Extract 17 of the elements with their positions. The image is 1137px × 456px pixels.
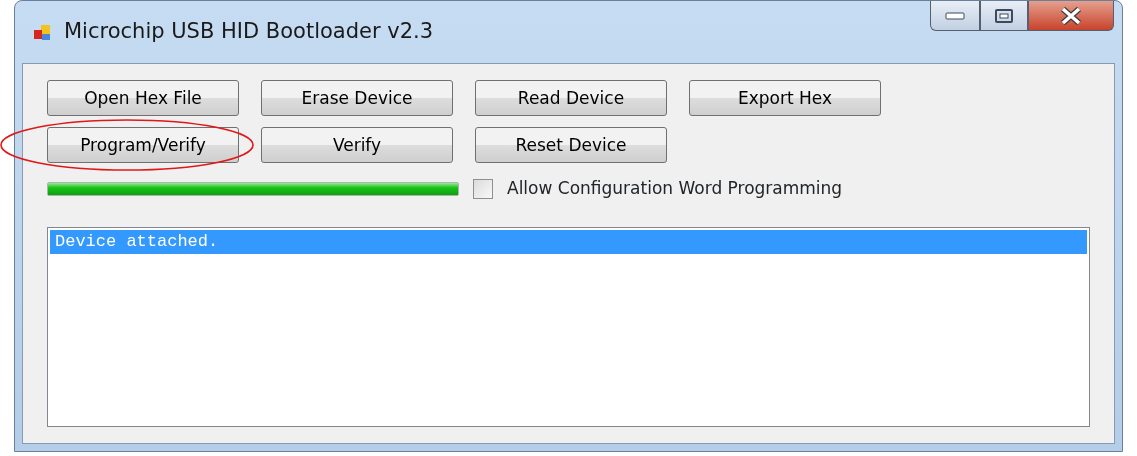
maximize-button[interactable] bbox=[980, 1, 1028, 31]
action-button[interactable]: Program/Verify bbox=[47, 127, 239, 163]
window-title: Microchip USB HID Bootloader v2.3 bbox=[64, 18, 434, 46]
checkbox[interactable] bbox=[473, 178, 493, 199]
action-button[interactable]: Reset Device bbox=[475, 127, 667, 163]
minimize-button[interactable] bbox=[930, 1, 980, 31]
maximize-icon bbox=[995, 8, 1013, 23]
action-button[interactable]: Export Hex bbox=[689, 80, 881, 116]
minimize-icon bbox=[945, 11, 965, 20]
close-button[interactable] bbox=[1028, 1, 1114, 31]
app-icon bbox=[32, 22, 52, 42]
close-icon bbox=[1060, 6, 1082, 25]
action-button[interactable]: Erase Device bbox=[261, 80, 453, 116]
action-button[interactable]: Read Device bbox=[475, 80, 667, 116]
checkbox-label[interactable]: Allow Configuration Word Programming bbox=[507, 176, 843, 202]
action-button[interactable]: Open Hex File bbox=[47, 80, 239, 116]
action-button[interactable]: Verify bbox=[261, 127, 453, 163]
